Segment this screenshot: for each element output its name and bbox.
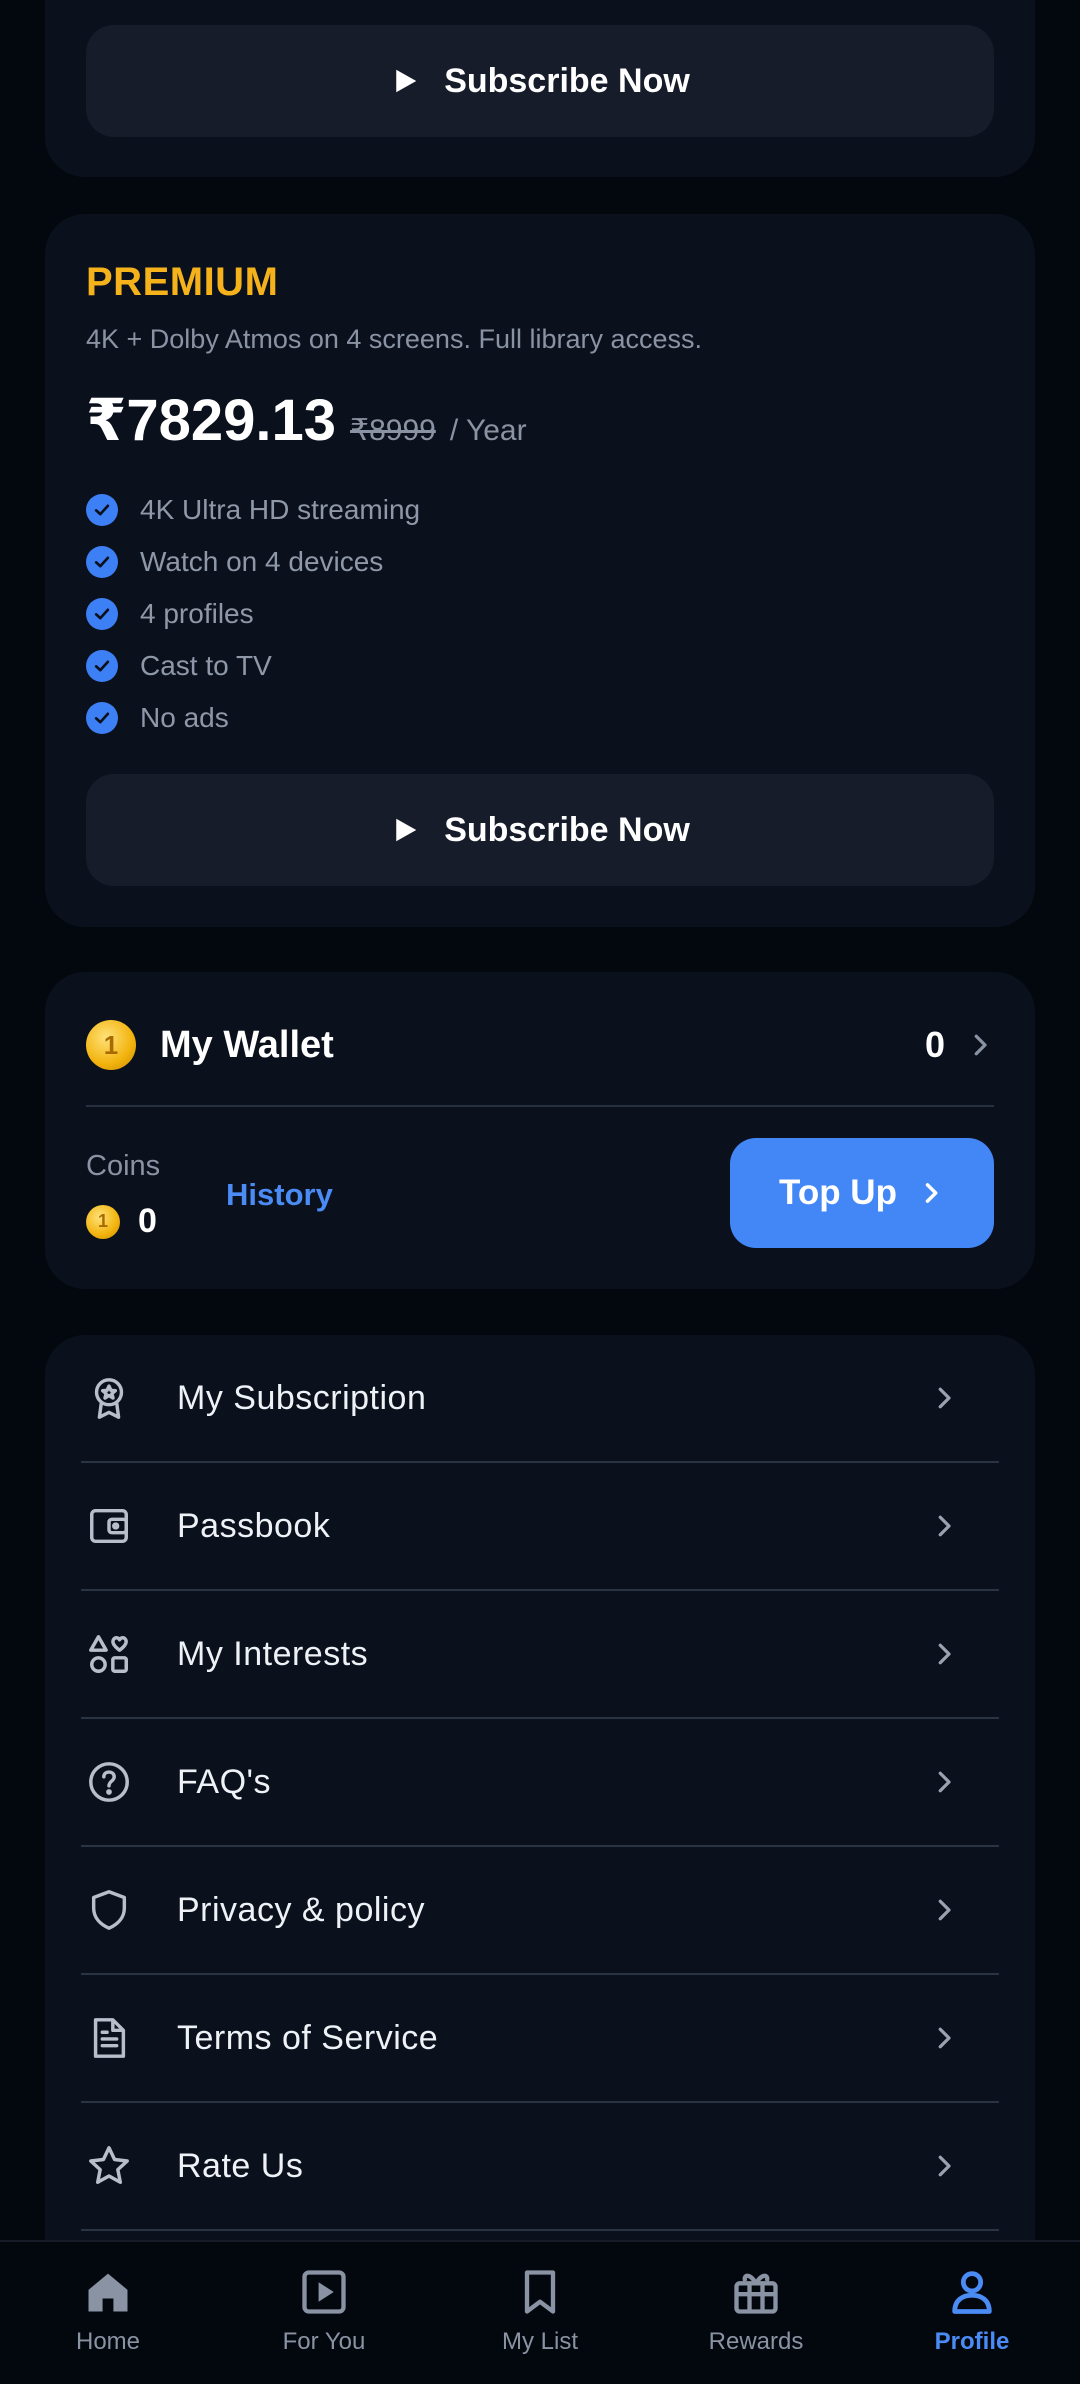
menu-item-terms-of-service[interactable]: Terms of Service (81, 1975, 999, 2103)
nav-for-you[interactable]: For You (216, 2242, 432, 2384)
feature-item: 4 profiles (86, 588, 420, 640)
chevron-right-icon (938, 2027, 951, 2049)
feature-label: Cast to TV (140, 650, 272, 681)
menu-item-label: My Interests (177, 1634, 369, 1673)
menu-item-label: Passbook (177, 1506, 331, 1545)
chevron-right-icon (974, 1034, 987, 1056)
top-up-label: Top Up (779, 1173, 897, 1212)
plan-price: ₹7829.13 (86, 388, 337, 453)
premium-plan-card: PREMIUM 4K + Dolby Atmos on 4 screens. F… (45, 214, 1035, 927)
nav-label: For You (282, 2328, 366, 2355)
plan-description: 4K + Dolby Atmos on 4 screens. Full libr… (86, 324, 703, 354)
nav-label: Rewards (708, 2328, 804, 2355)
wallet-icon (85, 1502, 133, 1550)
chevron-right-icon (938, 1899, 951, 1921)
nav-home[interactable]: Home (0, 2242, 216, 2384)
plan-card-top: Subscribe Now (45, 0, 1035, 177)
wallet-balance[interactable]: 0 (925, 1024, 995, 1066)
menu-item-label: Rate Us (177, 2146, 304, 2185)
nav-my-list[interactable]: My List (432, 2242, 648, 2384)
check-icon (86, 494, 118, 526)
document-icon (85, 2014, 133, 2062)
coins-value-text: 0 (138, 1202, 157, 1240)
check-icon (86, 546, 118, 578)
play-icon (396, 818, 417, 842)
menu-item-label: FAQ's (177, 1762, 272, 1801)
feature-label: No ads (140, 702, 229, 733)
menu-item-passbook[interactable]: Passbook (81, 1463, 999, 1591)
star-icon (85, 2142, 133, 2190)
chevron-right-icon (925, 1183, 938, 1203)
chevron-right-icon (938, 2155, 951, 2177)
award-icon (85, 1374, 133, 1422)
wallet-card: 1 My Wallet 0 Coins 1 0 History Top Up (45, 972, 1035, 1289)
chevron-right-icon (938, 1515, 951, 1537)
chevron-right-icon (938, 1771, 951, 1793)
nav-rewards[interactable]: Rewards (648, 2242, 864, 2384)
help-circle-icon (85, 1758, 133, 1806)
wallet-balance-value: 0 (924, 1024, 945, 1065)
feature-item: Cast to TV (86, 640, 420, 692)
subscribe-now-button[interactable]: Subscribe Now (86, 25, 994, 137)
plan-period: / Year (449, 414, 527, 447)
subscribe-now-label: Subscribe Now (444, 810, 690, 849)
check-icon (86, 598, 118, 630)
feature-item: No ads (86, 692, 420, 744)
menu-item-my-subscription[interactable]: My Subscription (81, 1335, 999, 1463)
feature-item: 4K Ultra HD streaming (86, 484, 420, 536)
menu-item-faqs[interactable]: FAQ's (81, 1719, 999, 1847)
bookmark-icon (524, 2270, 556, 2314)
coins-label: Coins (86, 1150, 161, 1182)
nav-label: Profile (934, 2328, 1010, 2355)
nav-profile[interactable]: Profile (864, 2242, 1080, 2384)
profile-page: Subscribe Now PREMIUM 4K + Dolby Atmos o… (0, 0, 1080, 2384)
play-square-icon (302, 2270, 346, 2314)
plan-original-price: ₹8999 (350, 414, 436, 447)
feature-label: 4K Ultra HD streaming (140, 494, 421, 525)
nav-label: My List (501, 2328, 578, 2355)
menu-item-label: My Subscription (177, 1378, 427, 1417)
feature-label: 4 profiles (140, 598, 254, 629)
subscribe-now-button[interactable]: Subscribe Now (86, 774, 994, 886)
feature-list: 4K Ultra HD streaming Watch on 4 devices… (86, 484, 420, 744)
wallet-header[interactable]: 1 My Wallet (86, 1020, 334, 1070)
menu-card: My Subscription Passbook My Interests FA… (45, 1335, 1035, 2384)
feature-label: Watch on 4 devices (140, 546, 384, 577)
play-icon (396, 69, 417, 93)
coins-value: 1 0 (86, 1202, 157, 1241)
menu-item-my-interests[interactable]: My Interests (81, 1591, 999, 1719)
check-icon (86, 702, 118, 734)
nav-label: Home (75, 2328, 141, 2355)
history-link[interactable]: History (226, 1177, 333, 1213)
menu-item-label: Terms of Service (177, 2018, 439, 2057)
wallet-title: My Wallet (160, 1023, 334, 1066)
home-icon (88, 2273, 128, 2312)
divider (86, 1105, 994, 1107)
user-icon (952, 2271, 992, 2314)
subscribe-now-label: Subscribe Now (444, 61, 690, 100)
plan-name: PREMIUM (86, 260, 279, 304)
coin-icon: 1 (86, 1020, 136, 1070)
coin-icon: 1 (86, 1204, 120, 1239)
top-up-button[interactable]: Top Up (730, 1138, 994, 1248)
shield-icon (85, 1886, 133, 1934)
menu-item-rate-us[interactable]: Rate Us (81, 2103, 999, 2231)
chevron-right-icon (938, 1643, 951, 1665)
chevron-right-icon (938, 1387, 951, 1409)
feature-item: Watch on 4 devices (86, 536, 420, 588)
menu-item-label: Privacy & policy (177, 1890, 425, 1929)
bottom-navigation: Home For You My List Rewards Profile (0, 2240, 1080, 2384)
check-icon (86, 650, 118, 682)
menu-item-privacy-policy[interactable]: Privacy & policy (81, 1847, 999, 1975)
gift-icon (734, 2273, 778, 2314)
interests-icon (85, 1630, 133, 1678)
price-row: ₹7829.13 ₹8999 / Year (86, 386, 527, 454)
